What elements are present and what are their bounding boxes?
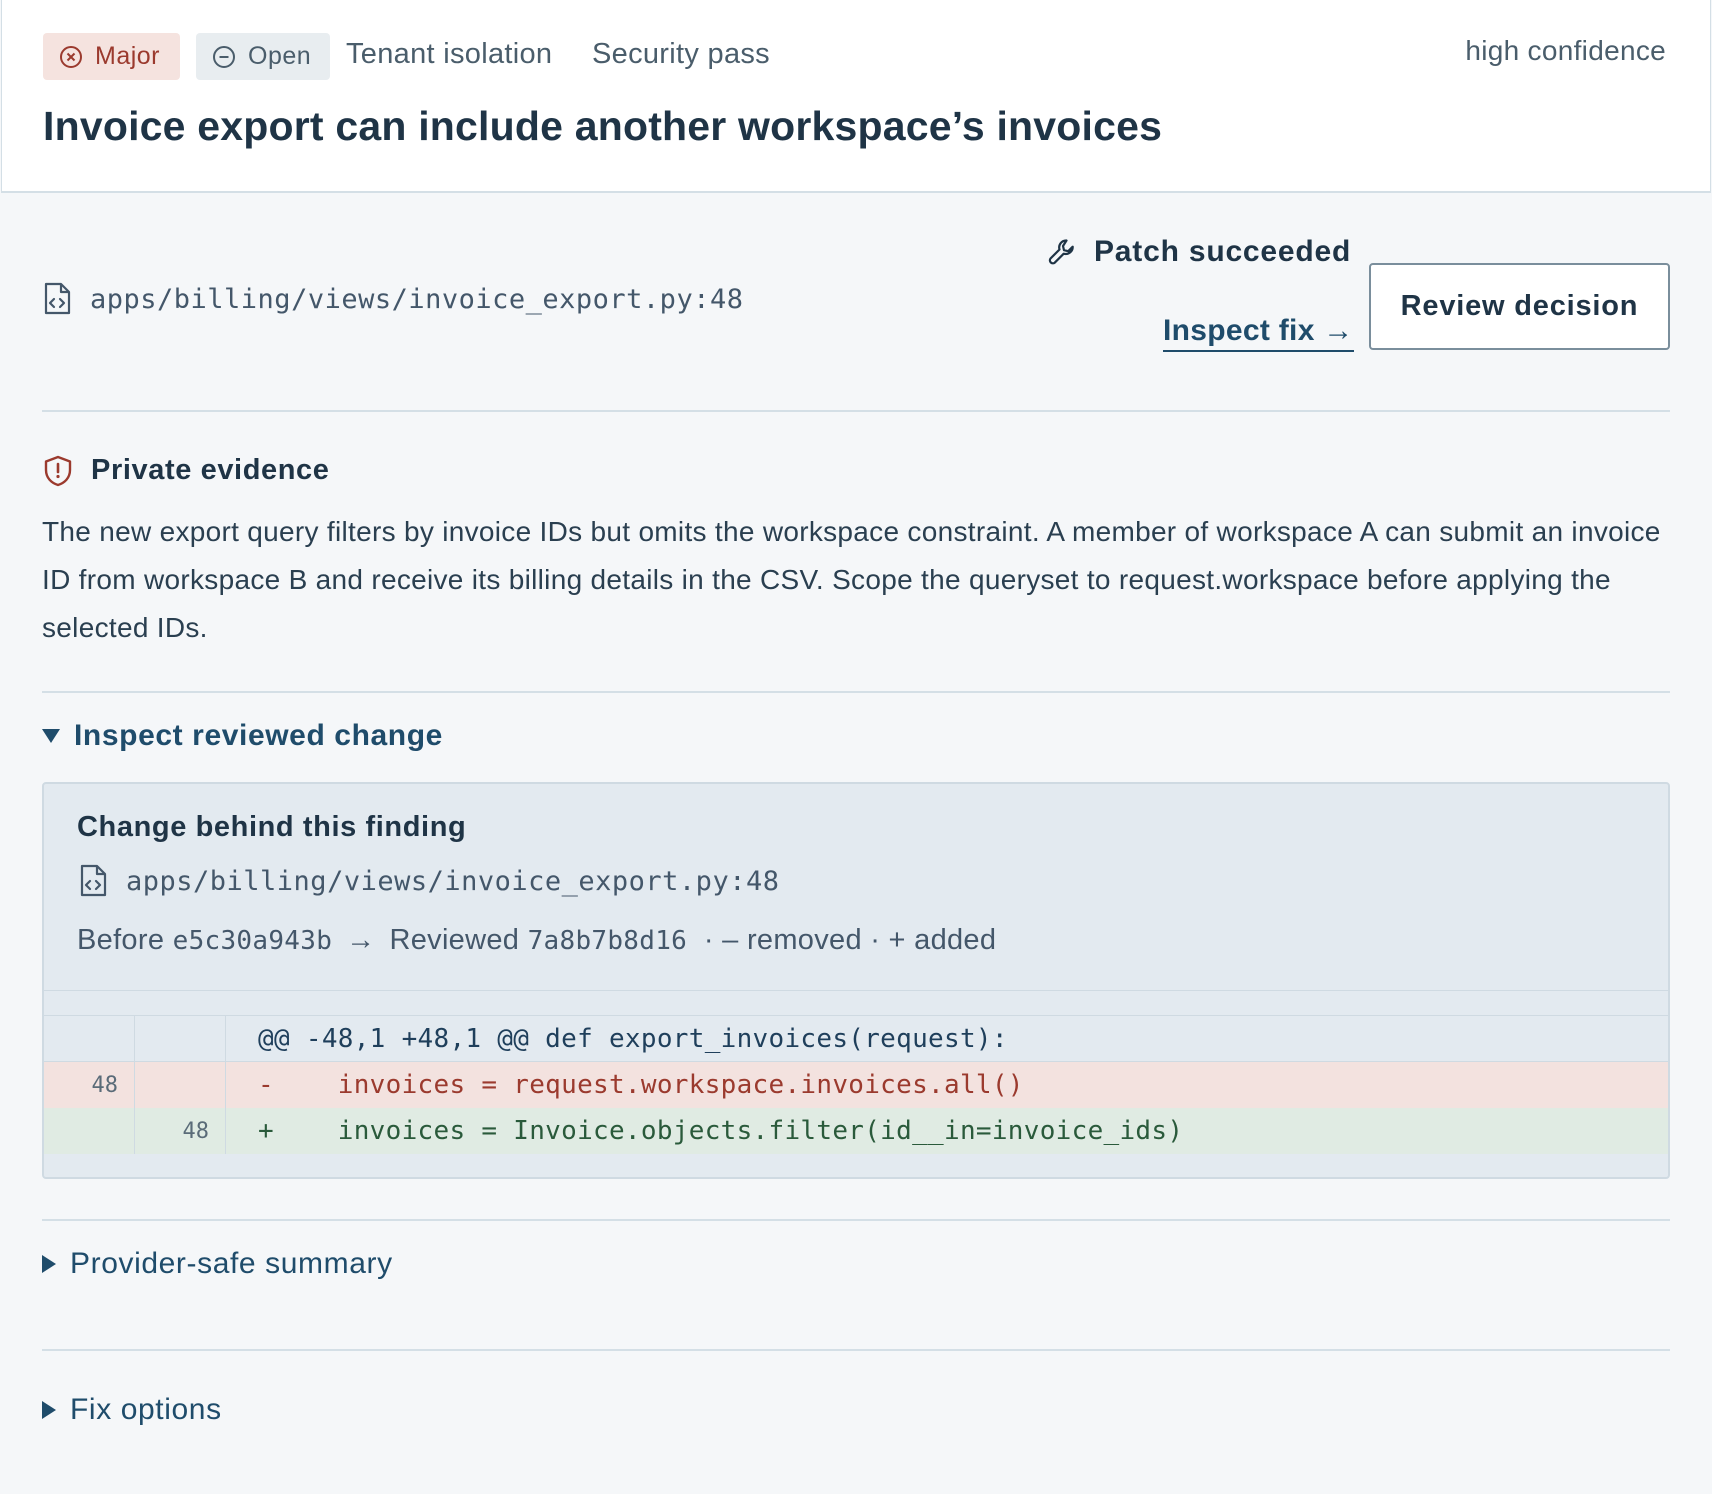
added-code: + invoices = Invoice.objects.filter(id__…: [258, 1116, 1184, 1146]
review-decision-button[interactable]: Review decision: [1369, 263, 1670, 350]
new-line-number: [135, 1016, 226, 1061]
before-label: Before: [77, 924, 165, 956]
inspect-reviewed-change-toggle[interactable]: Inspect reviewed change: [42, 719, 443, 753]
provider-safe-summary-toggle[interactable]: Provider-safe summary: [42, 1247, 393, 1281]
severity-label: Major: [95, 42, 161, 70]
file-location: apps/billing/views/invoice_export.py:48: [42, 282, 743, 316]
old-line-number: [44, 1108, 135, 1154]
diff-view: @@ -48,1 +48,1 @@ def export_invoices(re…: [44, 990, 1668, 1154]
category-tag: Tenant isolation: [346, 38, 553, 70]
hunk-text: @@ -48,1 +48,1 @@ def export_invoices(re…: [258, 1023, 1008, 1054]
file-path[interactable]: apps/billing/views/invoice_export.py:48: [90, 284, 743, 315]
change-file-location: apps/billing/views/invoice_export.py:48: [78, 864, 779, 898]
reviewed-label: Reviewed: [389, 924, 520, 956]
diff-added-line: 48 + invoices = Invoice.objects.filter(i…: [44, 1108, 1668, 1154]
change-file-path[interactable]: apps/billing/views/invoice_export.py:48: [126, 866, 779, 897]
triangle-down-icon: [42, 729, 60, 743]
evidence-title: Private evidence: [91, 454, 330, 486]
divider: [42, 1219, 1670, 1221]
triangle-right-icon: [42, 1401, 56, 1419]
finding-header: Major Open Tenant isolation Security pas…: [1, 0, 1711, 193]
patch-status: Patch succeeded: [1046, 235, 1351, 269]
removed-code: - invoices = request.workspace.invoices.…: [258, 1070, 1024, 1100]
divider: [42, 691, 1670, 693]
pass-tag: Security pass: [592, 38, 770, 70]
confidence-label: high confidence: [1465, 35, 1666, 66]
triangle-right-icon: [42, 1255, 56, 1273]
evidence-body: The new export query filters by invoice …: [42, 516, 1661, 643]
diff-removed-line: 48 - invoices = request.workspace.invoic…: [44, 1062, 1668, 1108]
finding-title: Invoice export can include another works…: [43, 103, 1163, 149]
patch-status-label: Patch succeeded: [1094, 235, 1352, 268]
diff-hunk-header: @@ -48,1 +48,1 @@ def export_invoices(re…: [44, 1016, 1668, 1062]
reviewed-sha: 7a8b7b8d16: [527, 926, 688, 956]
divider: [42, 1349, 1670, 1351]
new-line-number: [135, 1062, 226, 1108]
fix-options-label: Fix options: [70, 1393, 222, 1426]
old-line-number: 48: [44, 1062, 135, 1108]
old-line-number: [44, 1016, 135, 1061]
fix-options-toggle[interactable]: Fix options: [42, 1393, 222, 1427]
finding-page: Major Open Tenant isolation Security pas…: [0, 0, 1712, 1494]
commit-range: Before e5c30a943b → Reviewed 7a8b7b8d16 …: [77, 924, 996, 957]
arrow-icon: →: [346, 924, 376, 956]
divider: [42, 410, 1670, 412]
x-circle-icon: [60, 45, 82, 68]
evidence-heading: Private evidence: [43, 454, 330, 487]
file-code-icon: [44, 282, 71, 315]
minus-circle-icon: [213, 45, 235, 68]
change-panel-title: Change behind this finding: [77, 811, 467, 843]
file-code-icon: [80, 864, 107, 897]
change-panel: Change behind this finding apps/billing/…: [42, 782, 1670, 1179]
wrench-icon: [1048, 239, 1074, 265]
before-sha: e5c30a943b: [172, 926, 333, 956]
diff-spacer: [44, 990, 1668, 1016]
severity-badge: Major: [43, 33, 180, 80]
new-line-number: 48: [135, 1108, 226, 1154]
provider-safe-summary-label: Provider-safe summary: [70, 1247, 393, 1280]
inspect-fix-link[interactable]: Inspect fix →: [1163, 314, 1354, 352]
inspect-reviewed-change-label: Inspect reviewed change: [74, 719, 443, 752]
status-badge: Open: [196, 33, 330, 80]
status-label: Open: [248, 42, 312, 70]
diff-legend: · – removed · + added: [703, 924, 997, 956]
shield-alert-icon: [44, 455, 72, 486]
